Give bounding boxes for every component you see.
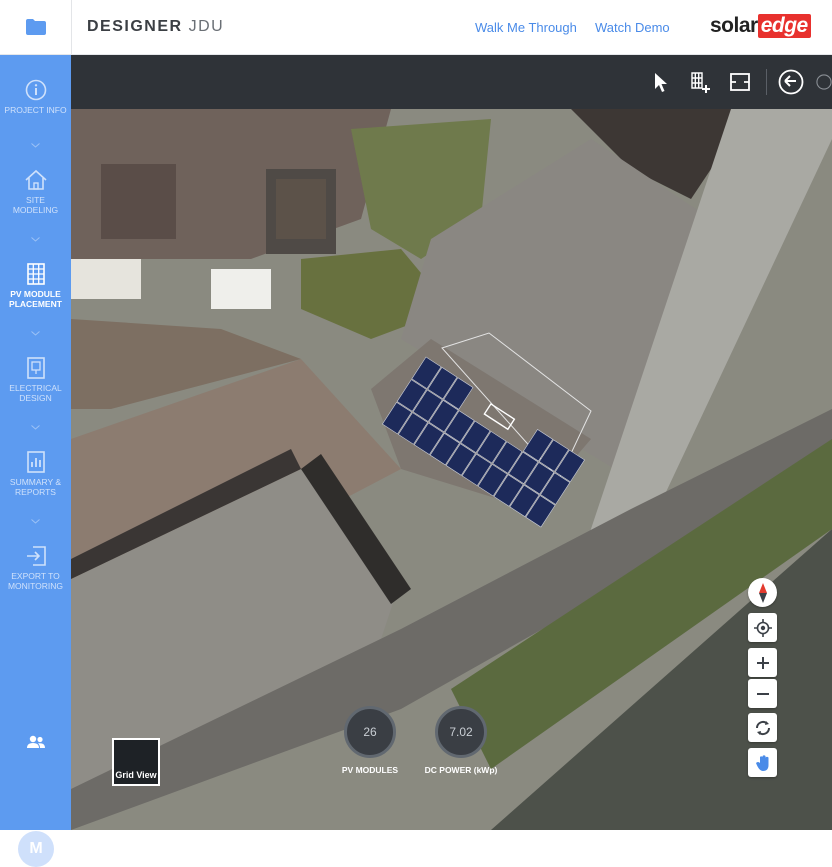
- info-icon: [25, 79, 46, 101]
- zoom-in-button[interactable]: [748, 648, 777, 677]
- dc-power-label: DC POWER (kWp): [424, 765, 498, 775]
- redo-button[interactable]: [816, 69, 832, 95]
- sidebar-item-project-info[interactable]: PROJECT INFO: [0, 79, 71, 115]
- plus-icon: [756, 656, 769, 669]
- rotate-icon: [755, 720, 770, 735]
- sidebar: PROJECT INFO SITE MODELING PV MODULE PLA…: [0, 55, 71, 867]
- users-icon: [27, 735, 45, 748]
- app-title: DESIGNER JDU: [87, 18, 224, 36]
- sidebar-item-label: EXPORT TO MONITORING: [7, 571, 64, 591]
- compass-button[interactable]: [748, 578, 777, 607]
- sidebar-item-export-monitoring[interactable]: EXPORT TO MONITORING: [0, 545, 71, 591]
- satellite-map[interactable]: Grid View 26 PV MODULES 7.02 DC POWER (k…: [71, 109, 832, 830]
- app-name: DESIGNER: [87, 18, 183, 35]
- zoom-out-button[interactable]: [748, 679, 777, 708]
- folder-button[interactable]: [0, 0, 72, 54]
- watch-demo-link[interactable]: Watch Demo: [595, 20, 670, 35]
- sidebar-item-summary-reports[interactable]: SUMMARY & REPORTS: [0, 451, 71, 497]
- users-button[interactable]: [26, 735, 46, 754]
- cursor-icon: [655, 73, 667, 92]
- sidebar-item-label: PROJECT INFO: [4, 105, 67, 115]
- rotate-button[interactable]: [748, 713, 777, 742]
- chevron-down-icon: [31, 331, 40, 336]
- chevron-down-icon: [31, 237, 40, 242]
- chevron-down-icon: [31, 425, 40, 430]
- sidebar-item-pv-module-placement[interactable]: PV MODULE PLACEMENT: [0, 263, 71, 309]
- electrical-icon: [26, 357, 45, 379]
- compass-icon: [758, 582, 767, 603]
- minus-icon: [756, 692, 769, 695]
- add-array-tool-button[interactable]: [687, 69, 713, 95]
- plane-frame-icon: [730, 73, 750, 91]
- top-header: DESIGNER JDU Walk Me Through Watch Demo s…: [0, 0, 832, 55]
- roof-plane-tool-button[interactable]: [727, 69, 753, 95]
- avatar[interactable]: M: [18, 831, 54, 867]
- grid-view-label: Grid View: [115, 770, 157, 780]
- sidebar-item-label: ELECTRICAL DESIGN: [9, 383, 62, 403]
- map-toolbar: [71, 55, 832, 109]
- export-icon: [26, 546, 46, 566]
- add-module-grid-icon: [691, 72, 710, 93]
- pan-hand-button[interactable]: [748, 748, 777, 777]
- dc-power-stat: 7.02: [435, 706, 487, 758]
- project-name: JDU: [188, 18, 225, 35]
- select-tool-button[interactable]: [647, 69, 673, 95]
- solaredge-logo: solar edge: [710, 14, 811, 38]
- redo-icon: [816, 74, 832, 90]
- hand-icon: [755, 754, 768, 771]
- sidebar-item-electrical-design[interactable]: ELECTRICAL DESIGN: [0, 357, 71, 403]
- walk-me-through-link[interactable]: Walk Me Through: [475, 20, 577, 35]
- report-icon: [26, 451, 45, 473]
- grid-icon: [26, 263, 45, 285]
- chevron-down-icon: [31, 519, 40, 524]
- grid-view-toggle[interactable]: Grid View: [112, 738, 160, 786]
- undo-button[interactable]: [778, 69, 804, 95]
- sidebar-item-label: SUMMARY & REPORTS: [9, 477, 62, 497]
- locate-button[interactable]: [748, 613, 777, 642]
- folder-icon: [25, 19, 46, 35]
- toolbar-divider: [766, 69, 767, 95]
- sidebar-item-label: SITE MODELING: [12, 195, 59, 215]
- pv-modules-stat: 26: [344, 706, 396, 758]
- sidebar-item-label: PV MODULE PLACEMENT: [9, 289, 62, 309]
- home-icon: [24, 169, 47, 190]
- sidebar-item-site-modeling[interactable]: SITE MODELING: [0, 169, 71, 215]
- chevron-down-icon: [31, 143, 40, 148]
- crosshair-icon: [753, 618, 772, 637]
- pv-modules-label: PV MODULES: [341, 765, 399, 775]
- undo-icon: [778, 69, 804, 95]
